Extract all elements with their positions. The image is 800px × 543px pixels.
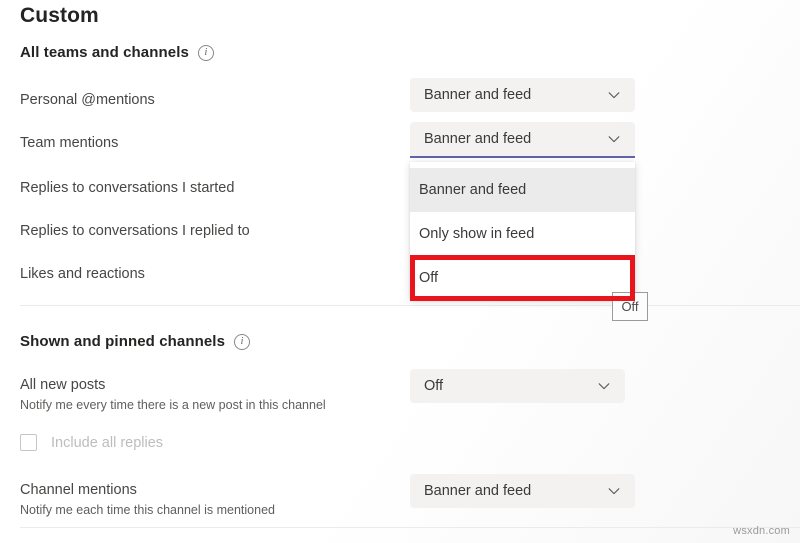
checkbox-label: Include all replies xyxy=(51,435,163,451)
chevron-down-icon xyxy=(607,484,621,498)
dropdown-option-label: Banner and feed xyxy=(419,182,526,198)
row-sub-channel-mentions: Notify me each time this channel is ment… xyxy=(20,503,275,517)
info-icon[interactable]: i xyxy=(234,334,250,350)
row-label-replies-i-replied-to: Replies to conversations I replied to xyxy=(20,223,250,239)
dropdown-all-new-posts[interactable]: Off xyxy=(410,369,625,403)
section-header-shown-and-pinned-channels: Shown and pinned channels i xyxy=(20,333,250,350)
section-title-text: All teams and channels xyxy=(20,44,189,61)
watermark: wsxdn.com xyxy=(733,525,790,537)
row-label-team-mentions: Team mentions xyxy=(20,135,118,151)
row-sub-all-new-posts: Notify me every time there is a new post… xyxy=(20,398,326,412)
row-label-personal-mentions: Personal @mentions xyxy=(20,92,155,108)
dropdown-channel-mentions[interactable]: Banner and feed xyxy=(410,474,635,508)
dropdown-option-off[interactable]: Off xyxy=(410,256,635,300)
row-label-likes-and-reactions: Likes and reactions xyxy=(20,266,145,282)
chevron-down-icon xyxy=(607,132,621,146)
dropdown-option-only-show-in-feed[interactable]: Only show in feed xyxy=(410,212,635,256)
dropdown-option-label: Only show in feed xyxy=(419,226,534,242)
dropdown-team-mentions-value: Banner and feed xyxy=(424,131,607,147)
row-label-channel-mentions: Channel mentions xyxy=(20,482,137,498)
page-title: Custom xyxy=(20,4,99,28)
dropdown-personal-mentions[interactable]: Banner and feed xyxy=(410,78,635,112)
tooltip-off: Off xyxy=(612,292,648,321)
dropdown-options-list: Banner and feed Only show in feed Off xyxy=(410,162,635,300)
tooltip-off-label: Off xyxy=(621,299,638,314)
dropdown-personal-mentions-value: Banner and feed xyxy=(424,87,607,103)
dropdown-team-mentions[interactable]: Banner and feed xyxy=(410,122,635,158)
section-title-text: Shown and pinned channels xyxy=(20,333,225,350)
section-divider xyxy=(20,527,800,528)
dropdown-option-banner-and-feed[interactable]: Banner and feed xyxy=(410,168,635,212)
settings-page: Custom All teams and channels i Personal… xyxy=(0,0,800,543)
chevron-down-icon xyxy=(607,88,621,102)
dropdown-channel-mentions-value: Banner and feed xyxy=(424,483,607,499)
chevron-down-icon xyxy=(597,379,611,393)
info-icon[interactable]: i xyxy=(198,45,214,61)
section-divider xyxy=(20,305,800,306)
row-label-replies-i-started: Replies to conversations I started xyxy=(20,180,234,196)
row-label-all-new-posts: All new posts xyxy=(20,377,105,393)
dropdown-all-new-posts-value: Off xyxy=(424,378,597,394)
dropdown-option-label: Off xyxy=(419,270,438,286)
checkbox-box-icon[interactable] xyxy=(20,434,37,451)
section-header-all-teams-and-channels: All teams and channels i xyxy=(20,44,214,61)
checkbox-include-all-replies[interactable]: Include all replies xyxy=(20,434,163,451)
